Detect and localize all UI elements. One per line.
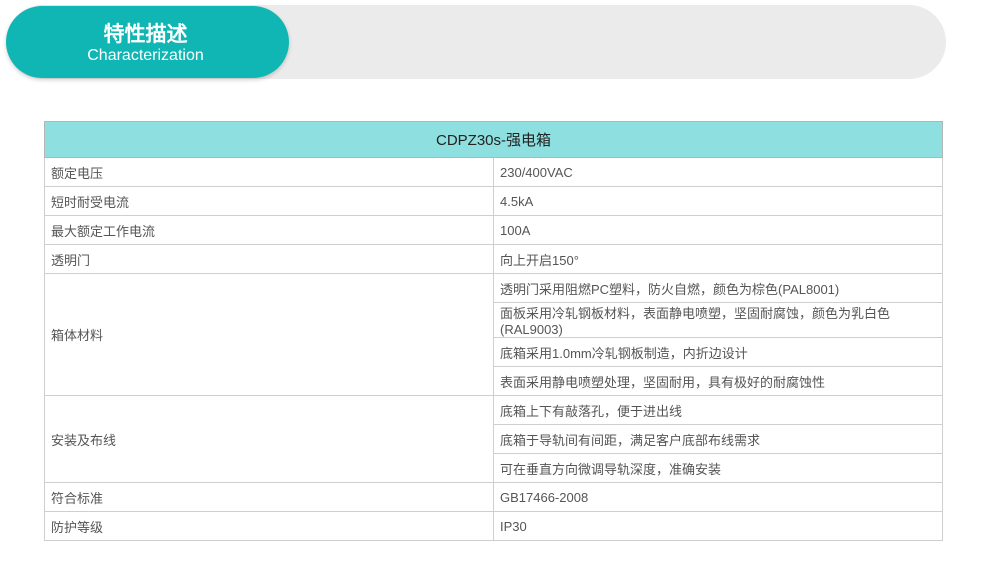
spec-value: 底箱于导轨间有间距，满足客户底部布线需求	[493, 424, 943, 454]
table-title: CDPZ30s-强电箱	[44, 121, 943, 158]
table-row: 防护等级 IP30	[44, 511, 943, 541]
spec-value: 表面采用静电喷塑处理，坚固耐用，具有极好的耐腐蚀性	[493, 366, 943, 396]
spec-label: 箱体材料	[44, 273, 494, 396]
spec-value: 底箱上下有敲落孔，便于进出线	[493, 395, 943, 425]
spec-value: GB17466-2008	[493, 482, 943, 512]
table-row: 最大额定工作电流 100A	[44, 215, 943, 245]
table-row: 安装及布线 底箱上下有敲落孔，便于进出线	[44, 395, 943, 483]
table-row: 短时耐受电流 4.5kA	[44, 186, 943, 216]
table-row: 符合标准 GB17466-2008	[44, 482, 943, 512]
spec-value: 面板采用冷轧钢板材料，表面静电喷塑，坚固耐腐蚀，颜色为乳白色(RAL9003)	[493, 302, 943, 338]
spec-label: 防护等级	[44, 511, 494, 541]
spec-table: CDPZ30s-强电箱 额定电压 230/400VAC 短时耐受电流 4.5kA 最大额…	[44, 121, 943, 541]
spec-label: 符合标准	[44, 482, 494, 512]
spec-label: 安装及布线	[44, 395, 494, 483]
spec-label: 额定电压	[44, 157, 494, 187]
spec-label: 最大额定工作电流	[44, 215, 494, 245]
table-row: 透明门 向上开启150°	[44, 244, 943, 274]
table-row: 箱体材料 透明门采用阻燃PC塑料，防火自燃，颜色为棕色(PAL8001)	[44, 273, 943, 396]
section-title-badge: 特性描述 Characterization	[6, 6, 289, 78]
table-header-row: CDPZ30s-强电箱	[44, 121, 943, 158]
spec-value: 向上开启150°	[493, 244, 943, 274]
spec-label: 透明门	[44, 244, 494, 274]
spec-value: 230/400VAC	[493, 157, 943, 187]
section-title: 特性描述	[103, 23, 188, 46]
section-subtitle: Characterization	[87, 47, 204, 64]
spec-value: 透明门采用阻燃PC塑料，防火自燃，颜色为棕色(PAL8001)	[493, 273, 943, 303]
spec-label: 短时耐受电流	[44, 186, 494, 216]
spec-value: 可在垂直方向微调导轨深度，准确安装	[493, 453, 943, 483]
spec-value: IP30	[493, 511, 943, 541]
table-row: 额定电压 230/400VAC	[44, 157, 943, 187]
spec-value: 100A	[493, 215, 943, 245]
spec-value: 4.5kA	[493, 186, 943, 216]
spec-value: 底箱采用1.0mm冷轧钢板制造，内折边设计	[493, 337, 943, 367]
